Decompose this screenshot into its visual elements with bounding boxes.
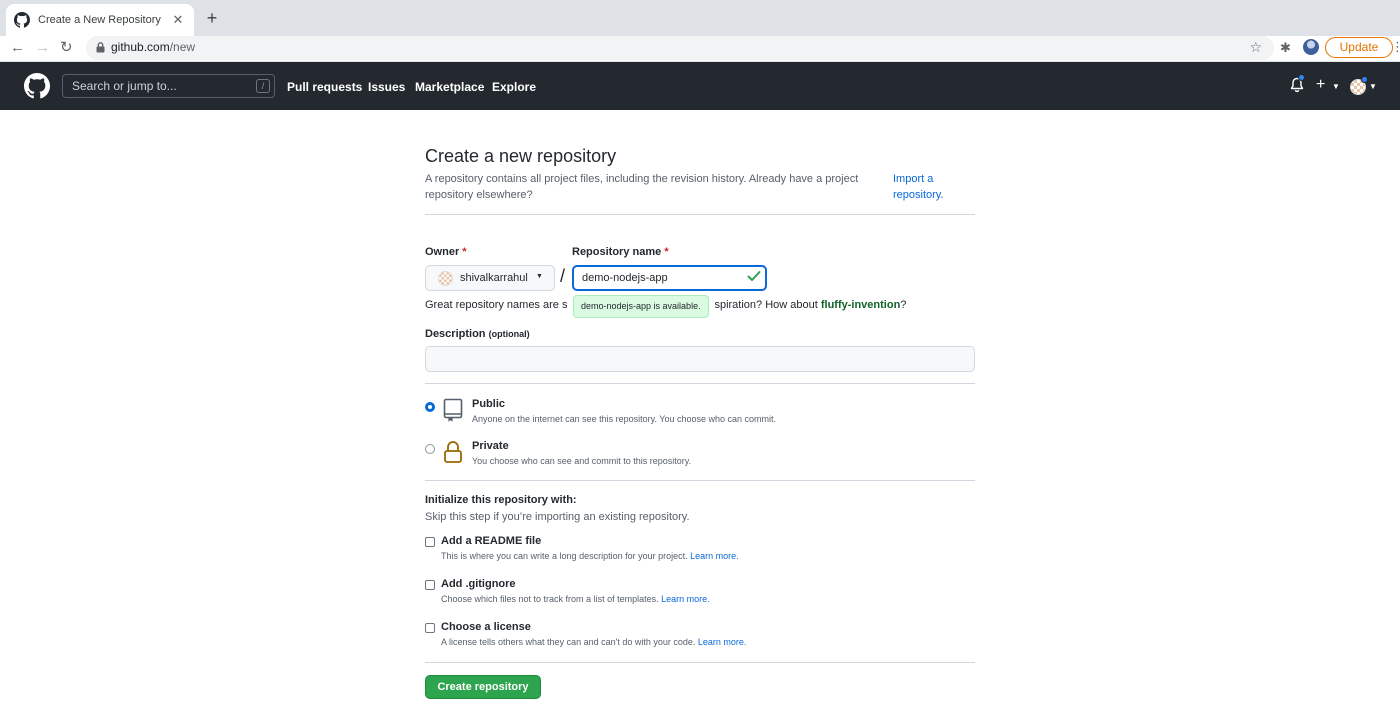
divider [425, 480, 975, 481]
license-description-text: A license tells others what they can and… [441, 637, 696, 647]
nav-pull-requests[interactable]: Pull requests [287, 80, 362, 94]
browser-profile-avatar[interactable] [1303, 39, 1319, 55]
browser-menu-icon[interactable]: ⋮ [1391, 39, 1400, 55]
create-repository-button[interactable]: Create repository [425, 675, 541, 699]
nav-explore[interactable]: Explore [492, 80, 536, 94]
browser-toolbar: ← → ↻ github.com/new ☆ ✱ Update ⋮ [0, 36, 1400, 62]
required-mark: * [664, 246, 669, 258]
browser-tab[interactable]: Create a New Repository ✕ [6, 4, 194, 36]
owner-label-text: Owner [425, 246, 460, 258]
hint-mid: spiration? How about [714, 299, 821, 311]
owner-label: Owner * [425, 246, 467, 258]
url-text: github.com/new [111, 40, 195, 54]
divider [425, 662, 975, 663]
readme-learn-more-link[interactable]: Learn more. [690, 551, 739, 561]
hint-prefix: Great repository names are s [425, 299, 568, 311]
extensions-puzzle-icon[interactable]: ✱ [1280, 40, 1291, 56]
check-icon [747, 271, 761, 281]
init-heading: Initialize this repository with: [425, 494, 577, 506]
optional-tag: (optional) [488, 329, 530, 339]
lock-icon [96, 42, 105, 53]
owner-select[interactable]: shivalkarrahul ▼ [425, 265, 555, 291]
init-subheading: Skip this step if you’re importing an ex… [425, 511, 690, 523]
repo-name-label-text: Repository name [572, 246, 662, 258]
tab-close-icon[interactable]: ✕ [170, 12, 186, 28]
user-menu-caret-icon[interactable]: ▼ [1369, 82, 1377, 91]
name-suggestion-link[interactable]: fluffy-invention [821, 299, 900, 311]
public-radio[interactable] [425, 402, 435, 412]
public-title: Public [472, 398, 506, 410]
search-placeholder: Search or jump to... [72, 79, 177, 93]
license-learn-more-link[interactable]: Learn more. [698, 637, 747, 647]
repo-name-label: Repository name * [572, 246, 669, 258]
create-new-plus-icon[interactable]: + [1316, 76, 1325, 94]
license-description: A license tells others what they can and… [441, 637, 746, 647]
description-input[interactable] [425, 346, 975, 372]
owner-name: shivalkarrahul [460, 272, 528, 284]
license-checkbox[interactable] [425, 623, 435, 633]
nav-issues[interactable]: Issues [368, 80, 405, 94]
divider [425, 383, 975, 384]
url-host: github.com [111, 40, 170, 54]
import-repository-link[interactable]: Import a repository. [893, 171, 963, 203]
private-description: You choose who can see and commit to thi… [472, 456, 692, 466]
lock-icon [444, 441, 462, 463]
avatar-status-dot [1361, 76, 1368, 83]
owner-repo-separator: / [560, 266, 566, 286]
gitignore-title: Add .gitignore [441, 578, 516, 590]
notification-indicator [1298, 74, 1305, 81]
page-title: Create a new repository [425, 146, 617, 166]
readme-description-text: This is where you can write a long descr… [441, 551, 688, 561]
availability-tooltip: demo-nodejs-app is available. [573, 295, 709, 318]
gitignore-checkbox[interactable] [425, 580, 435, 590]
nav-marketplace[interactable]: Marketplace [415, 80, 484, 94]
github-favicon-icon [14, 12, 30, 28]
forward-arrow-icon[interactable]: → [35, 38, 50, 58]
browser-tabstrip: Create a New Repository ✕ + [0, 0, 1400, 36]
license-title: Choose a license [441, 621, 531, 633]
description-label: Description (optional) [425, 328, 530, 340]
divider [425, 214, 975, 215]
search-input[interactable]: Search or jump to... / [62, 74, 275, 98]
reload-icon[interactable]: ↻ [60, 38, 73, 58]
chevron-down-icon: ▼ [536, 273, 543, 280]
gitignore-description-text: Choose which files not to track from a l… [441, 594, 659, 604]
repository-name-input[interactable] [572, 265, 767, 291]
github-header: Search or jump to... / Pull requests Iss… [0, 62, 1400, 110]
readme-checkbox[interactable] [425, 537, 435, 547]
description-label-text: Description [425, 328, 486, 340]
search-shortcut-key: / [256, 79, 270, 93]
new-tab-icon[interactable]: + [202, 9, 222, 27]
tab-title: Create a New Repository [38, 14, 161, 26]
update-button[interactable]: Update [1325, 37, 1393, 58]
owner-avatar [438, 271, 453, 286]
public-description: Anyone on the internet can see this repo… [472, 414, 777, 424]
back-arrow-icon[interactable]: ← [10, 38, 25, 58]
private-radio[interactable] [425, 444, 435, 454]
github-logo-icon[interactable] [24, 73, 50, 99]
page-lead: A repository contains all project files,… [425, 173, 859, 201]
gitignore-description: Choose which files not to track from a l… [441, 594, 710, 604]
repo-book-icon [443, 398, 463, 422]
create-dropdown-caret-icon[interactable]: ▼ [1332, 82, 1340, 91]
address-bar[interactable]: github.com/new ☆ [86, 36, 1274, 60]
bookmark-star-icon[interactable]: ☆ [1249, 39, 1262, 56]
hint-end: ? [900, 299, 907, 311]
required-mark: * [462, 246, 467, 258]
readme-title: Add a README file [441, 535, 542, 547]
url-path: /new [169, 40, 196, 54]
private-title: Private [472, 440, 509, 452]
gitignore-learn-more-link[interactable]: Learn more. [661, 594, 710, 604]
readme-description: This is where you can write a long descr… [441, 551, 739, 561]
